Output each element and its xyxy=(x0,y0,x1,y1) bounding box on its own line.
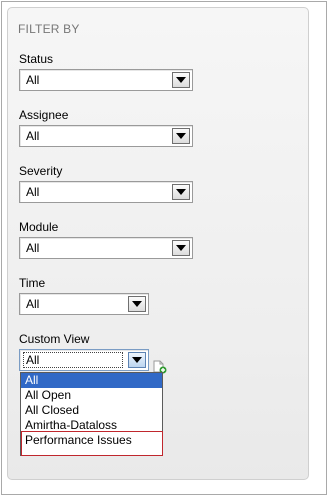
assignee-dropdown-button[interactable] xyxy=(172,128,190,144)
custom-view-select-value: All xyxy=(26,353,40,367)
severity-select[interactable]: All xyxy=(19,181,193,203)
triangle-down-icon xyxy=(176,189,186,195)
module-label: Module xyxy=(19,220,59,234)
severity-dropdown-button[interactable] xyxy=(172,184,190,200)
assignee-select[interactable]: All xyxy=(19,125,193,147)
status-select[interactable]: All xyxy=(19,69,193,91)
dropdown-option-amirtha-dataloss[interactable]: Amirtha-Dataloss xyxy=(21,418,162,433)
severity-select-value: All xyxy=(26,185,40,199)
status-label: Status xyxy=(19,52,54,66)
dropdown-option-performance-issues[interactable]: Performance Issues xyxy=(21,433,162,448)
triangle-down-icon xyxy=(176,77,186,83)
assignee-select-value: All xyxy=(26,129,40,143)
custom-view-label: Custom View xyxy=(19,332,90,346)
status-dropdown-button[interactable] xyxy=(172,72,190,88)
assignee-label: Assignee xyxy=(19,108,69,122)
time-select-value: All xyxy=(26,297,40,311)
module-select[interactable]: All xyxy=(19,237,193,259)
dropdown-option-all[interactable]: All xyxy=(21,373,162,388)
module-select-value: All xyxy=(26,241,40,255)
triangle-down-icon xyxy=(176,245,186,251)
custom-view-select[interactable]: All xyxy=(19,349,149,371)
custom-view-dropdown-button[interactable] xyxy=(128,352,146,368)
triangle-down-icon xyxy=(132,301,142,307)
status-select-value: All xyxy=(26,73,40,87)
dropdown-option-all-open[interactable]: All Open xyxy=(21,388,162,403)
dropdown-option-all-closed[interactable]: All Closed xyxy=(21,403,162,418)
time-label: Time xyxy=(19,276,46,290)
time-select[interactable]: All xyxy=(19,293,149,315)
triangle-down-icon xyxy=(132,357,142,363)
module-dropdown-button[interactable] xyxy=(172,240,190,256)
time-dropdown-button[interactable] xyxy=(128,296,146,312)
severity-label: Severity xyxy=(19,164,63,178)
custom-view-dropdown-list: All All Open All Closed Amirtha-Dataloss… xyxy=(20,372,163,456)
filter-title: FILTER BY xyxy=(18,22,80,36)
triangle-down-icon xyxy=(176,133,186,139)
